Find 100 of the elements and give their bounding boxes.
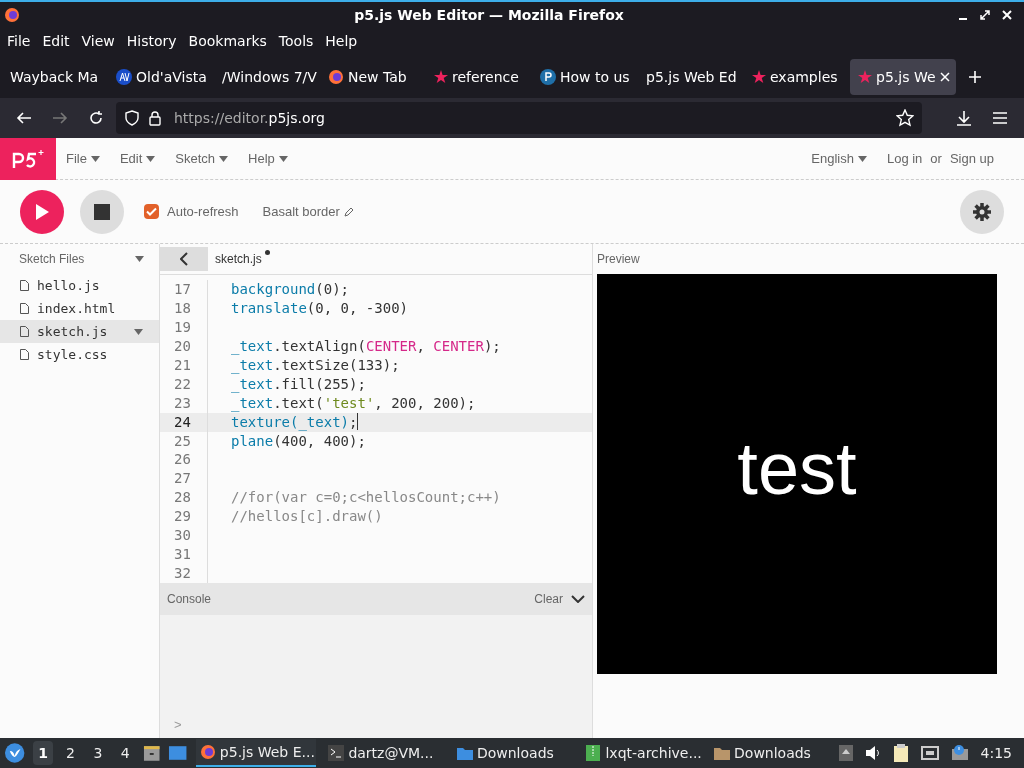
- language-menu[interactable]: English: [811, 148, 867, 169]
- canvas-text: test: [737, 432, 857, 512]
- collapse-button[interactable]: [160, 247, 208, 271]
- browser-tab[interactable]: p5.js We: [850, 59, 956, 95]
- line-number: 28: [160, 488, 208, 508]
- network-icon[interactable]: [920, 745, 939, 761]
- file-icon: [20, 303, 29, 314]
- speaker-icon[interactable]: [864, 745, 881, 761]
- maximize-icon[interactable]: [980, 10, 990, 20]
- console-title: Console: [167, 591, 212, 608]
- caret-icon: [219, 155, 229, 162]
- download-icon[interactable]: [956, 110, 972, 126]
- text-cursor: [357, 412, 359, 430]
- menu-icon[interactable]: [992, 110, 1008, 126]
- code-line: _text.fill(255);: [230, 374, 366, 394]
- taskbar-window[interactable]: Downloads: [710, 739, 831, 767]
- workspace-button[interactable]: 4: [115, 741, 135, 765]
- desktop-icon[interactable]: [168, 745, 188, 761]
- signup-link[interactable]: Sign up: [949, 148, 994, 169]
- caret-icon[interactable]: [134, 328, 143, 335]
- checkbox[interactable]: [144, 204, 159, 219]
- star-icon: [752, 70, 766, 84]
- menu-item[interactable]: View: [81, 30, 115, 52]
- browser-tab[interactable]: New Tab: [320, 59, 426, 95]
- browser-tab[interactable]: examples: [744, 59, 850, 95]
- bookmark-star-icon[interactable]: [896, 109, 914, 127]
- notification-icon[interactable]: [950, 745, 969, 761]
- new-tab-icon[interactable]: [968, 70, 982, 84]
- sketch-file-entry[interactable]: style.css: [0, 343, 159, 366]
- browser-tab[interactable]: How to us: [532, 59, 638, 95]
- file-tab[interactable]: sketch.js: [215, 250, 270, 268]
- browser-tab[interactable]: Wayback Ma: [2, 59, 108, 95]
- menu-item[interactable]: Sketch: [175, 148, 229, 169]
- clear-button[interactable]: Clear: [534, 590, 563, 608]
- menu-item[interactable]: Help: [248, 148, 288, 169]
- menu-item[interactable]: File: [7, 30, 31, 52]
- menu-item[interactable]: History: [126, 30, 177, 52]
- shield-icon[interactable]: [124, 110, 140, 126]
- menu-item[interactable]: Bookmarks: [188, 30, 267, 52]
- line-number: 21: [160, 355, 208, 375]
- start-menu-icon[interactable]: [4, 742, 26, 764]
- letter-p-icon: [540, 69, 556, 85]
- back-icon[interactable]: [16, 110, 32, 126]
- workspace-button[interactable]: 2: [60, 741, 81, 765]
- stop-button[interactable]: [80, 189, 124, 234]
- close-icon[interactable]: [939, 72, 950, 82]
- settings-button[interactable]: [960, 189, 1004, 234]
- terminal-icon: [328, 745, 345, 761]
- pencil-icon[interactable]: [343, 206, 354, 217]
- file-cabinet-icon[interactable]: [142, 744, 161, 762]
- code-line: _text.textSize(133);: [230, 355, 400, 375]
- chevron-left-icon: [180, 252, 188, 266]
- console-prompt: >: [174, 715, 182, 734]
- preview-title: Preview: [597, 251, 640, 268]
- menu-item[interactable]: Help: [325, 30, 358, 52]
- play-button[interactable]: [20, 189, 64, 234]
- eject-icon[interactable]: [838, 745, 853, 761]
- reload-icon[interactable]: [88, 110, 104, 126]
- firefox-icon: [328, 69, 344, 85]
- window-title: p5.js Web Editor — Mozilla Firefox: [353, 5, 625, 25]
- menu-item[interactable]: Tools: [278, 30, 314, 52]
- sketch-file-entry[interactable]: hello.js: [0, 274, 159, 297]
- taskbar-window[interactable]: p5.js Web E...: [195, 739, 317, 767]
- folder-icon: [714, 745, 731, 761]
- forward-icon[interactable]: [52, 110, 68, 126]
- workspace-button[interactable]: 3: [88, 741, 108, 765]
- check-icon: [146, 207, 157, 216]
- workspace-button[interactable]: 1: [33, 741, 53, 765]
- sidebar-title: Sketch Files: [19, 251, 85, 268]
- browser-tab[interactable]: /Windows 7/V: [214, 59, 320, 95]
- menu-item[interactable]: File: [66, 148, 100, 169]
- lock-icon[interactable]: [148, 110, 162, 126]
- taskbar-window[interactable]: lxqt-archive...: [581, 739, 703, 767]
- browser-tab[interactable]: reference: [426, 59, 532, 95]
- sketch-file-entry[interactable]: sketch.js: [0, 320, 159, 343]
- code-line: translate(0, 0, -300): [230, 298, 408, 318]
- settings-icon: [972, 201, 992, 222]
- clipboard-icon[interactable]: [892, 744, 909, 762]
- taskbar-window[interactable]: Downloads: [452, 739, 574, 767]
- taskbar-window[interactable]: dartz@VM...: [324, 739, 445, 767]
- or-text: or: [930, 149, 942, 168]
- logo[interactable]: [0, 137, 56, 180]
- line-number: 27: [160, 469, 208, 489]
- chevron-down-icon[interactable]: [571, 595, 585, 603]
- login-link[interactable]: Log in: [886, 148, 923, 169]
- address-bar[interactable]: https://editor.p5js.org: [116, 102, 922, 134]
- caret-icon: [90, 155, 100, 162]
- folder-icon: [456, 745, 473, 761]
- firefox-icon: [199, 744, 216, 760]
- menu-item[interactable]: Edit: [42, 30, 70, 52]
- browser-tab[interactable]: p5.js Web Ed: [638, 59, 744, 95]
- close-icon[interactable]: [1002, 10, 1012, 20]
- sketch-name[interactable]: Basalt border: [262, 201, 340, 222]
- browser-tab[interactable]: Old'aVista: [108, 59, 214, 95]
- file-icon: [20, 349, 29, 360]
- line-number: 31: [160, 545, 208, 565]
- caret-icon[interactable]: [135, 256, 144, 262]
- menu-item[interactable]: Edit: [119, 148, 156, 169]
- line-number: 23: [160, 393, 208, 413]
- sketch-file-entry[interactable]: index.html: [0, 297, 159, 320]
